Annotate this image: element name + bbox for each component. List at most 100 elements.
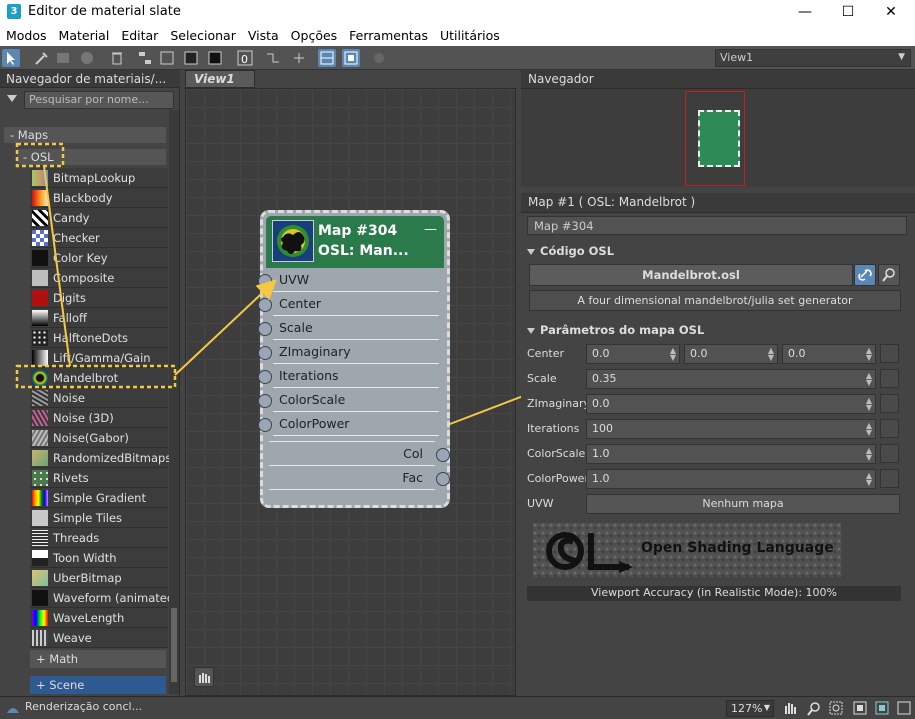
select-tool-icon[interactable]: [2, 49, 20, 67]
input-socket-icon[interactable]: [258, 298, 272, 312]
assign-material-icon[interactable]: [78, 49, 96, 67]
group-math[interactable]: + Math: [30, 650, 166, 668]
colorscale-spinner[interactable]: 1.0 ▲ ▼: [586, 444, 876, 464]
node-input-center[interactable]: Center: [258, 293, 439, 316]
zoom-extents-icon[interactable]: [852, 700, 868, 716]
zimaginary-spinner[interactable]: 0.0 ▲ ▼: [586, 394, 876, 414]
group-scene[interactable]: + Scene: [30, 676, 166, 694]
layout-children-icon[interactable]: [290, 49, 308, 67]
delete-icon[interactable]: [108, 49, 126, 67]
colorpower-map-slot[interactable]: [880, 469, 899, 488]
pan-icon[interactable]: [194, 667, 214, 687]
input-socket-icon[interactable]: [258, 394, 272, 408]
map-item-uberbitmap[interactable]: UberBitmap: [30, 568, 168, 588]
node-input-colorscale[interactable]: ColorScale: [258, 389, 439, 412]
show-map-icon[interactable]: [182, 49, 200, 67]
menu-modos[interactable]: Modos: [0, 24, 53, 46]
spinner-arrows-icon[interactable]: ▲ ▼: [866, 447, 872, 462]
output-socket-icon[interactable]: [436, 448, 450, 462]
map-item-wavelength[interactable]: WaveLength: [30, 608, 168, 628]
map-item-simple-gradient[interactable]: Simple Gradient: [30, 488, 168, 508]
menu-vista[interactable]: Vista: [242, 24, 285, 46]
material-map-browser-icon[interactable]: [342, 49, 360, 67]
map-node[interactable]: Map #304 OSL: Man... — UVW Center Scale ZIm…: [258, 210, 450, 508]
map-item-noise-3d[interactable]: Noise (3D): [30, 408, 168, 428]
spinner-arrows-icon[interactable]: ▲ ▼: [866, 472, 872, 487]
link-icon[interactable]: [854, 264, 876, 286]
group-osl[interactable]: - OSL: [17, 149, 166, 165]
scale-spinner[interactable]: 0.35 ▲ ▼: [586, 369, 876, 389]
spinner-arrows-icon[interactable]: ▲ ▼: [866, 422, 872, 437]
map-item-color-key[interactable]: Color Key: [30, 248, 168, 268]
node-minimize-icon[interactable]: —: [424, 222, 437, 237]
node-input-scale[interactable]: Scale: [258, 317, 439, 340]
map-item-checker[interactable]: Checker: [30, 228, 168, 248]
node-output-fac[interactable]: Fac: [269, 467, 450, 490]
hide-slots-icon[interactable]: [158, 49, 176, 67]
osl-file-button[interactable]: Mandelbrot.osl: [529, 264, 853, 286]
move-children-icon[interactable]: [136, 49, 154, 67]
group-maps[interactable]: - Maps: [4, 127, 166, 143]
map-item-noise-gabor[interactable]: Noise(Gabor): [30, 428, 168, 448]
minimize-icon[interactable]: —: [795, 3, 815, 21]
rollout-osl-code[interactable]: Código OSL: [527, 244, 905, 262]
map-item-bitmaplookup[interactable]: BitmapLookup: [30, 168, 168, 188]
iterations-spinner[interactable]: 100 ▲ ▼: [586, 419, 876, 439]
material-id-icon[interactable]: 0: [236, 49, 254, 67]
spinner-arrows-icon[interactable]: ▲ ▼: [866, 347, 872, 362]
input-socket-icon[interactable]: [258, 370, 272, 384]
spinner-arrows-icon[interactable]: ▲ ▼: [670, 347, 676, 362]
layout-all-icon[interactable]: [264, 49, 282, 67]
zoom-region-icon[interactable]: [828, 700, 844, 716]
menu-selecionar[interactable]: Selecionar: [164, 24, 242, 46]
browser-scrollbar[interactable]: [169, 110, 179, 694]
map-item-composite[interactable]: Composite: [30, 268, 168, 288]
map-item-lift-gamma-gain[interactable]: Lift/Gamma/Gain: [30, 348, 168, 368]
parameter-editor-icon[interactable]: [318, 49, 336, 67]
select-by-material-icon[interactable]: [370, 49, 388, 67]
menu-opcoes[interactable]: Opções: [285, 24, 344, 46]
map-item-digits[interactable]: Digits: [30, 288, 168, 308]
map-item-toon-width[interactable]: Toon Width: [30, 548, 168, 568]
colorpower-spinner[interactable]: 1.0 ▲ ▼: [586, 469, 876, 489]
input-socket-icon[interactable]: [258, 274, 272, 288]
search-input[interactable]: Pesquisar por nome...: [24, 91, 174, 109]
pan-hand-icon[interactable]: [782, 700, 798, 716]
map-item-weave[interactable]: Weave: [30, 628, 168, 648]
rollout-osl-params[interactable]: Parâmetros do mapa OSL: [527, 323, 905, 341]
put-material-icon[interactable]: [54, 49, 72, 67]
input-socket-icon[interactable]: [258, 322, 272, 336]
spinner-arrows-icon[interactable]: ▲ ▼: [768, 347, 774, 362]
menu-utilitarios[interactable]: Utilitários: [434, 24, 506, 46]
colorscale-map-slot[interactable]: [880, 444, 899, 463]
node-header[interactable]: Map #304 OSL: Man... —: [266, 216, 444, 268]
input-socket-icon[interactable]: [258, 418, 272, 432]
center-x-spinner[interactable]: 0.0 ▲ ▼: [586, 344, 680, 364]
close-icon[interactable]: ✕: [881, 3, 901, 21]
map-item-threads[interactable]: Threads: [30, 528, 168, 548]
menu-editar[interactable]: Editar: [115, 24, 164, 46]
map-item-candy[interactable]: Candy: [30, 208, 168, 228]
center-map-slot[interactable]: [880, 344, 899, 363]
spinner-arrows-icon[interactable]: ▲ ▼: [866, 372, 872, 387]
maximize-icon[interactable]: ☐: [838, 3, 858, 21]
input-socket-icon[interactable]: [258, 346, 272, 360]
zoom-icon[interactable]: [806, 700, 822, 716]
node-input-uvw[interactable]: UVW: [258, 269, 439, 292]
output-socket-icon[interactable]: [436, 472, 450, 486]
node-input-iterations[interactable]: Iterations: [258, 365, 439, 388]
menu-material[interactable]: Material: [53, 24, 116, 46]
node-output-col[interactable]: Col: [269, 443, 450, 466]
map-item-blackbody[interactable]: Blackbody: [30, 188, 168, 208]
uvw-map-button[interactable]: Nenhum mapa: [586, 494, 900, 514]
spinner-arrows-icon[interactable]: ▲ ▼: [866, 397, 872, 412]
frame-icon[interactable]: [896, 700, 912, 716]
search-icon[interactable]: [878, 264, 900, 286]
scale-map-slot[interactable]: [880, 369, 899, 388]
map-item-rivets[interactable]: Rivets: [30, 468, 168, 488]
map-item-falloff[interactable]: Falloff: [30, 308, 168, 328]
map-item-halftonedots[interactable]: HalftoneDots: [30, 328, 168, 348]
map-item-randomizedbitmaps[interactable]: RandomizedBitmaps: [30, 448, 171, 468]
eyedropper-icon[interactable]: [32, 49, 50, 67]
center-y-spinner[interactable]: 0.0 ▲ ▼: [684, 344, 778, 364]
